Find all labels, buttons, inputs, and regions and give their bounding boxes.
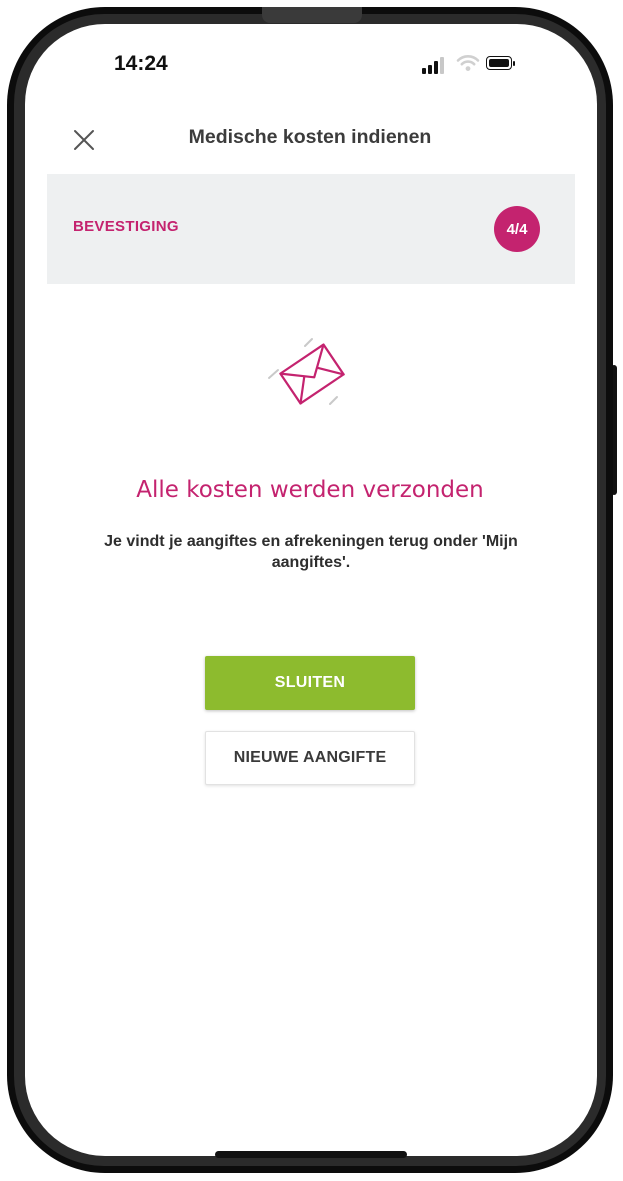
status-time: 14:24 xyxy=(114,52,168,75)
speaker-notch xyxy=(262,7,362,23)
confirmation-message: Je vindt je aangiftes en afrekeningen te… xyxy=(104,533,518,571)
new-claim-button[interactable]: NIEUWE AANGIFTE xyxy=(205,731,415,785)
battery-icon xyxy=(486,56,512,70)
step-progress-badge: 4/4 xyxy=(494,206,540,252)
battery-tip xyxy=(513,61,515,66)
step-indicator-band: BEVESTIGING 4/4 xyxy=(47,174,575,284)
confirmation-headline: Alle kosten werden verzonden xyxy=(136,477,484,503)
close-confirmation-button[interactable]: SLUITEN xyxy=(205,656,415,710)
page-title: Medische kosten indienen xyxy=(188,126,432,148)
close-icon xyxy=(74,130,94,150)
home-indicator xyxy=(215,1151,407,1158)
close-button[interactable] xyxy=(66,122,102,158)
envelope-icon xyxy=(268,338,345,405)
step-label: BEVESTIGING xyxy=(73,218,179,235)
status-icons xyxy=(422,54,522,74)
wifi-icon xyxy=(456,55,480,71)
